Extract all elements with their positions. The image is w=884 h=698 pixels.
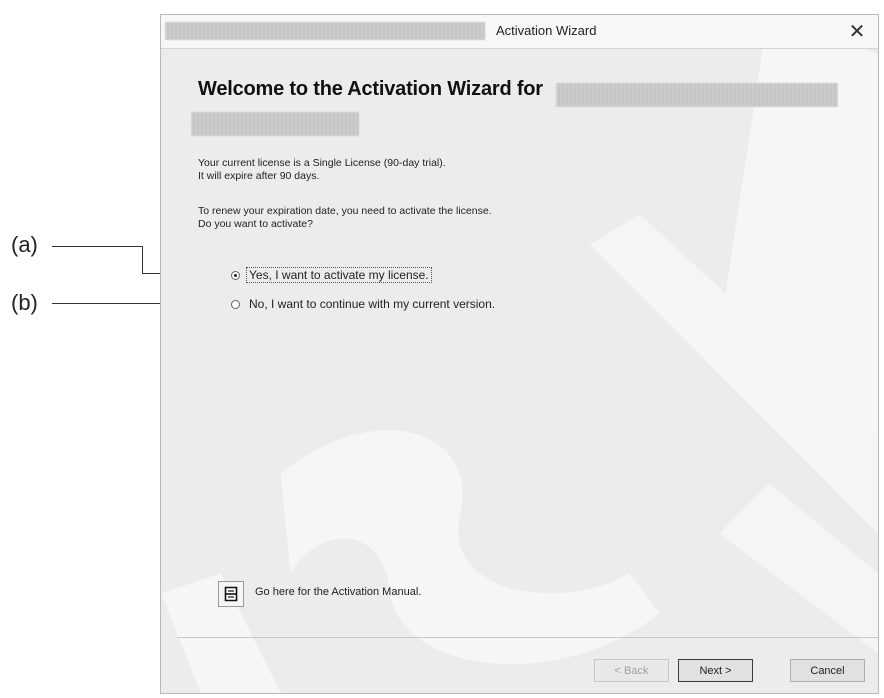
callout-a-line (52, 246, 143, 247)
license-info: Your current license is a Single License… (198, 157, 446, 183)
back-button[interactable]: < Back (594, 659, 669, 682)
renew-info: To renew your expiration date, you need … (198, 205, 492, 231)
close-icon: ✕ (848, 20, 866, 43)
renew-line-2: Do you want to activate? (198, 218, 313, 230)
license-line-1: Your current license is a Single License… (198, 157, 446, 169)
redacted-app-name (165, 22, 485, 40)
radio-no[interactable] (231, 299, 240, 309)
redacted-product-name (556, 83, 838, 107)
renew-line-1: To renew your expiration date, you need … (198, 205, 492, 217)
footer-separator (177, 637, 878, 638)
callout-a-line-vertical (142, 246, 143, 274)
next-button[interactable]: Next > (678, 659, 753, 682)
option-yes-label: Yes, I want to activate my license. (246, 267, 432, 283)
page-title: Welcome to the Activation Wizard for (198, 78, 543, 100)
cancel-button[interactable]: Cancel (790, 659, 865, 682)
close-button[interactable]: ✕ (840, 17, 874, 45)
title-bar: Activation Wizard ✕ (161, 15, 878, 49)
license-line-2: It will expire after 90 days. (198, 170, 320, 182)
radio-yes[interactable] (231, 270, 240, 280)
callout-a-label: (a) (11, 232, 38, 257)
callout-b-label: (b) (11, 290, 38, 315)
document-icon (224, 586, 238, 602)
option-yes[interactable]: Yes, I want to activate my license. (231, 267, 432, 283)
activation-manual-button[interactable] (218, 581, 244, 607)
activation-wizard-window: Activation Wizard ✕ Welcome to the Activ… (160, 14, 879, 694)
window-title: Activation Wizard (496, 23, 597, 38)
activation-manual-link[interactable]: Go here for the Activation Manual. (255, 586, 421, 598)
option-no-label: No, I want to continue with my current v… (249, 297, 496, 311)
option-no[interactable]: No, I want to continue with my current v… (231, 297, 498, 311)
redacted-product-name-line2 (191, 112, 359, 136)
